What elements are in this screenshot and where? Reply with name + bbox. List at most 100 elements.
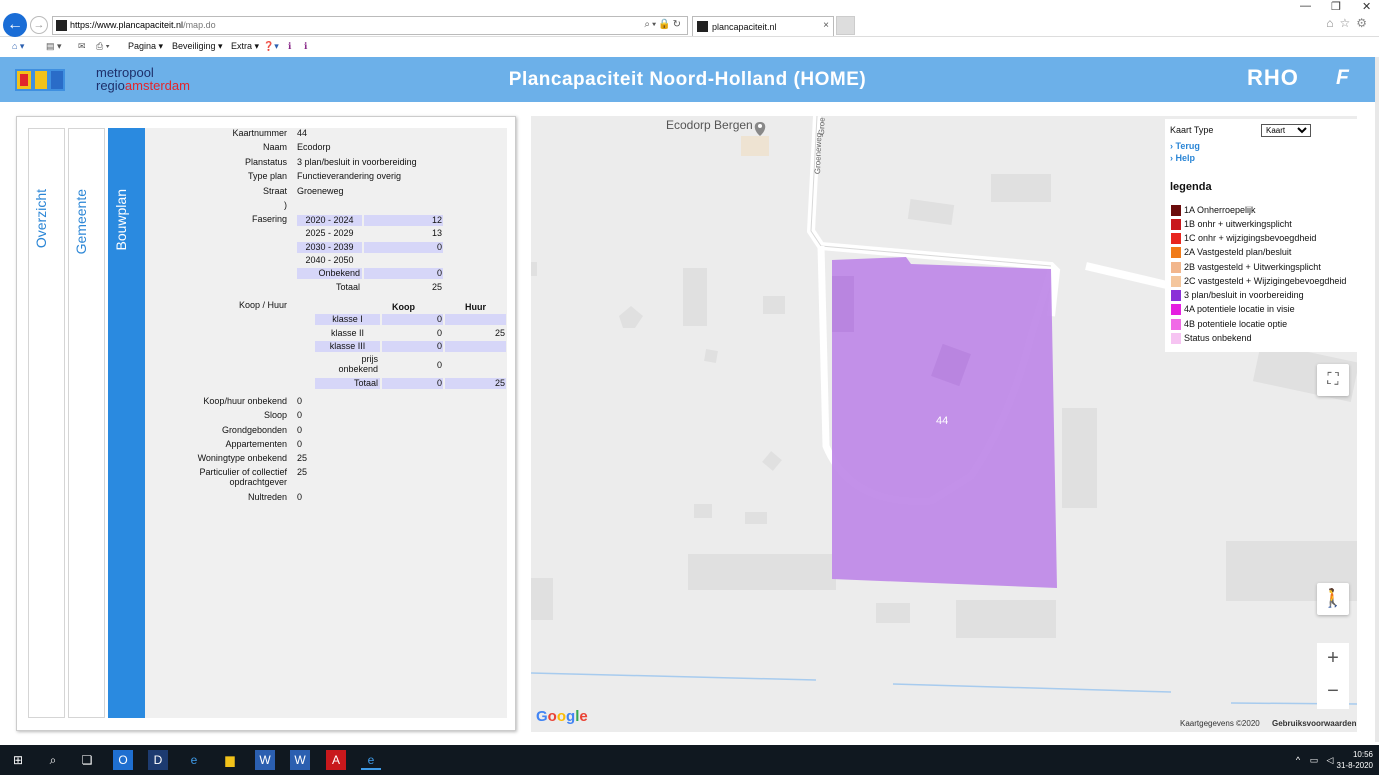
extra-label: Sloop (263, 410, 287, 420)
tab-gemeente[interactable]: Gemeente (68, 128, 105, 718)
google-logo[interactable]: Google (536, 708, 588, 725)
legend-item: 2A Vastgesteld plan/besluit (1171, 247, 1291, 259)
koophuur-koop: 0 (382, 341, 443, 352)
terug-link[interactable]: › Terug (1170, 141, 1200, 151)
page-scrollbar[interactable] (1375, 57, 1379, 742)
extra-label: Appartementen (225, 439, 287, 449)
extra-label: Particulier of collectief opdrachtgever (199, 467, 287, 487)
extra-value: 25 (297, 453, 308, 463)
home-icon[interactable]: ⌂ ▾ (12, 41, 24, 52)
extra-value: 0 (297, 425, 303, 435)
extra-value: 0 (297, 492, 303, 502)
site-favicon-icon (56, 20, 67, 31)
koophuur-klasse: Totaal (315, 378, 380, 389)
legend-item: 4A potentiele locatie in visie (1171, 304, 1295, 316)
road-label-groeneweg: Groeneweg (813, 132, 824, 175)
feeds-icon[interactable]: ▤ ▾ (46, 41, 62, 52)
naam-value: Ecodorp (297, 142, 331, 152)
koophuur-koop: 0 (436, 360, 442, 370)
extra-label: Woningtype onbekend (197, 453, 287, 463)
browser-tab[interactable]: plancapaciteit.nl × (692, 16, 834, 36)
extra-value: 0 (297, 410, 303, 420)
legend-item: Status onbekend (1171, 333, 1252, 345)
tab-close-button[interactable]: × (823, 20, 829, 31)
kaart-type-select[interactable]: Kaart (1261, 124, 1311, 137)
addon-icon-2[interactable]: ℹ (304, 41, 307, 52)
menu-beveiliging[interactable]: Beveiliging ▾ (172, 41, 223, 52)
tab-bouwplan[interactable]: Bouwplan (108, 128, 145, 718)
typeplan-value: Functieverandering overig (297, 171, 402, 181)
address-tools-icon[interactable]: ⌕▾🔒↻ (644, 19, 683, 30)
address-bar[interactable]: https://www.plancapaciteit.nl/map.do ⌕▾🔒… (52, 16, 688, 35)
tab-overzicht[interactable]: Overzicht (28, 128, 65, 718)
map-legend: Kaart Type Kaart › Terug › Help legenda … (1165, 119, 1357, 352)
menu-extra[interactable]: Extra ▾ (231, 41, 259, 52)
legend-item: 1B onhr + uitwerkingsplicht (1171, 219, 1292, 231)
address-url: https://www.plancapaciteit.nl/map.do (70, 20, 216, 30)
fasering-value: 0 (364, 242, 443, 253)
zoom-in-button[interactable]: + (1317, 643, 1349, 676)
fasering-value: 0 (364, 268, 443, 279)
fasering-value: 25 (431, 282, 442, 292)
print-icon[interactable]: ⎙ ▾ (96, 41, 109, 52)
paren-text: ) (284, 200, 287, 210)
koophuur-klasse: klasse III (315, 341, 380, 352)
koophuur-klasse: klasse I (315, 314, 380, 325)
menu-help[interactable]: ❓▾ (263, 41, 279, 52)
help-link[interactable]: › Help (1170, 153, 1195, 163)
zoom-out-button[interactable]: − (1317, 676, 1349, 709)
extra-label: Nultreden (247, 492, 287, 502)
legend-item: 3 plan/besluit in voorbereiding (1171, 290, 1304, 302)
word-icon[interactable]: W (255, 750, 275, 770)
mail-icon[interactable]: ✉ (78, 41, 86, 52)
naam-label: Naam (262, 142, 287, 152)
plan-label[interactable]: 44 (936, 415, 948, 427)
outlook-icon[interactable]: O (113, 750, 133, 770)
legend-title: legenda (1170, 181, 1212, 193)
extra-label: Koop/huur onbekend (203, 396, 287, 406)
search-icon[interactable]: ⌕ (43, 750, 63, 770)
street-view-pegman-icon[interactable]: 🚶 (1317, 583, 1349, 615)
f-logo[interactable]: F (1336, 66, 1349, 90)
fasering-period: Totaal (335, 282, 360, 292)
command-bar: ⌂ ▾ ▤ ▾ ✉ ⎙ ▾ Pagina ▾ Beveiliging ▾ Ext… (0, 38, 1379, 56)
acrobat-icon[interactable]: A (326, 750, 346, 770)
fasering-label: Fasering (251, 214, 287, 224)
back-button[interactable]: ← (3, 13, 27, 37)
koophuur-klasse: klasse II (330, 328, 364, 338)
taskbar-clock[interactable]: 10:56 31-8-2020 (1337, 749, 1373, 771)
map-attribution[interactable]: Kaartgegevens ©2020 (1180, 719, 1260, 728)
fasering-period: 2030 - 2039 (297, 242, 362, 253)
road-label-groe: Groe (817, 117, 827, 136)
windows-taskbar: ⊞ ⌕ ❏ O D e ▆ W W A e ^ ▭ ◁ 10:56 31-8-20… (0, 745, 1379, 775)
task-view-icon[interactable]: ❏ (77, 750, 97, 770)
info-panel: Overzicht Gemeente Bouwplan Kaartnummer … (16, 116, 516, 731)
page-title: Plancapaciteit Noord-Holland (HOME) (508, 69, 867, 90)
restore-icon[interactable]: ❐ (1331, 0, 1341, 13)
straat-value: Groeneweg (297, 186, 344, 196)
close-window-icon[interactable]: ✕ (1362, 0, 1371, 13)
site-header: metropool regioamsterdam Plancapaciteit … (0, 57, 1375, 102)
extra-value: 0 (297, 439, 303, 449)
windows-start-icon[interactable]: ⊞ (8, 750, 28, 770)
terms-link[interactable]: Gebruiksvoorwaarden (1272, 719, 1356, 728)
fullscreen-icon[interactable]: ⛶ (1317, 364, 1349, 396)
minimize-icon[interactable]: — (1300, 0, 1311, 12)
ie-active-icon[interactable]: e (361, 750, 381, 770)
addon-icon-1[interactable]: ℹ (288, 41, 291, 52)
word-icon-2[interactable]: W (290, 750, 310, 770)
legend-item: 2B vastgesteld + Uitwerkingsplicht (1171, 262, 1321, 274)
home-star-gear-icons[interactable]: ⌂☆⚙ (1326, 16, 1373, 30)
poi-label[interactable]: Ecodorp Bergen (666, 118, 753, 132)
new-tab-button[interactable] (836, 16, 855, 35)
rho-logo[interactable]: RHO (1247, 65, 1299, 91)
ie-icon[interactable]: e (184, 750, 204, 770)
file-explorer-icon[interactable]: ▆ (220, 750, 240, 770)
menu-pagina[interactable]: Pagina ▾ (128, 41, 163, 52)
forward-button[interactable]: → (30, 16, 48, 34)
tab-favicon-icon (697, 21, 708, 32)
kaart-type-label: Kaart Type (1170, 125, 1214, 135)
huur-header: Huur (465, 302, 486, 312)
tab-title: plancapaciteit.nl (712, 22, 777, 32)
dynamics-icon[interactable]: D (148, 750, 168, 770)
